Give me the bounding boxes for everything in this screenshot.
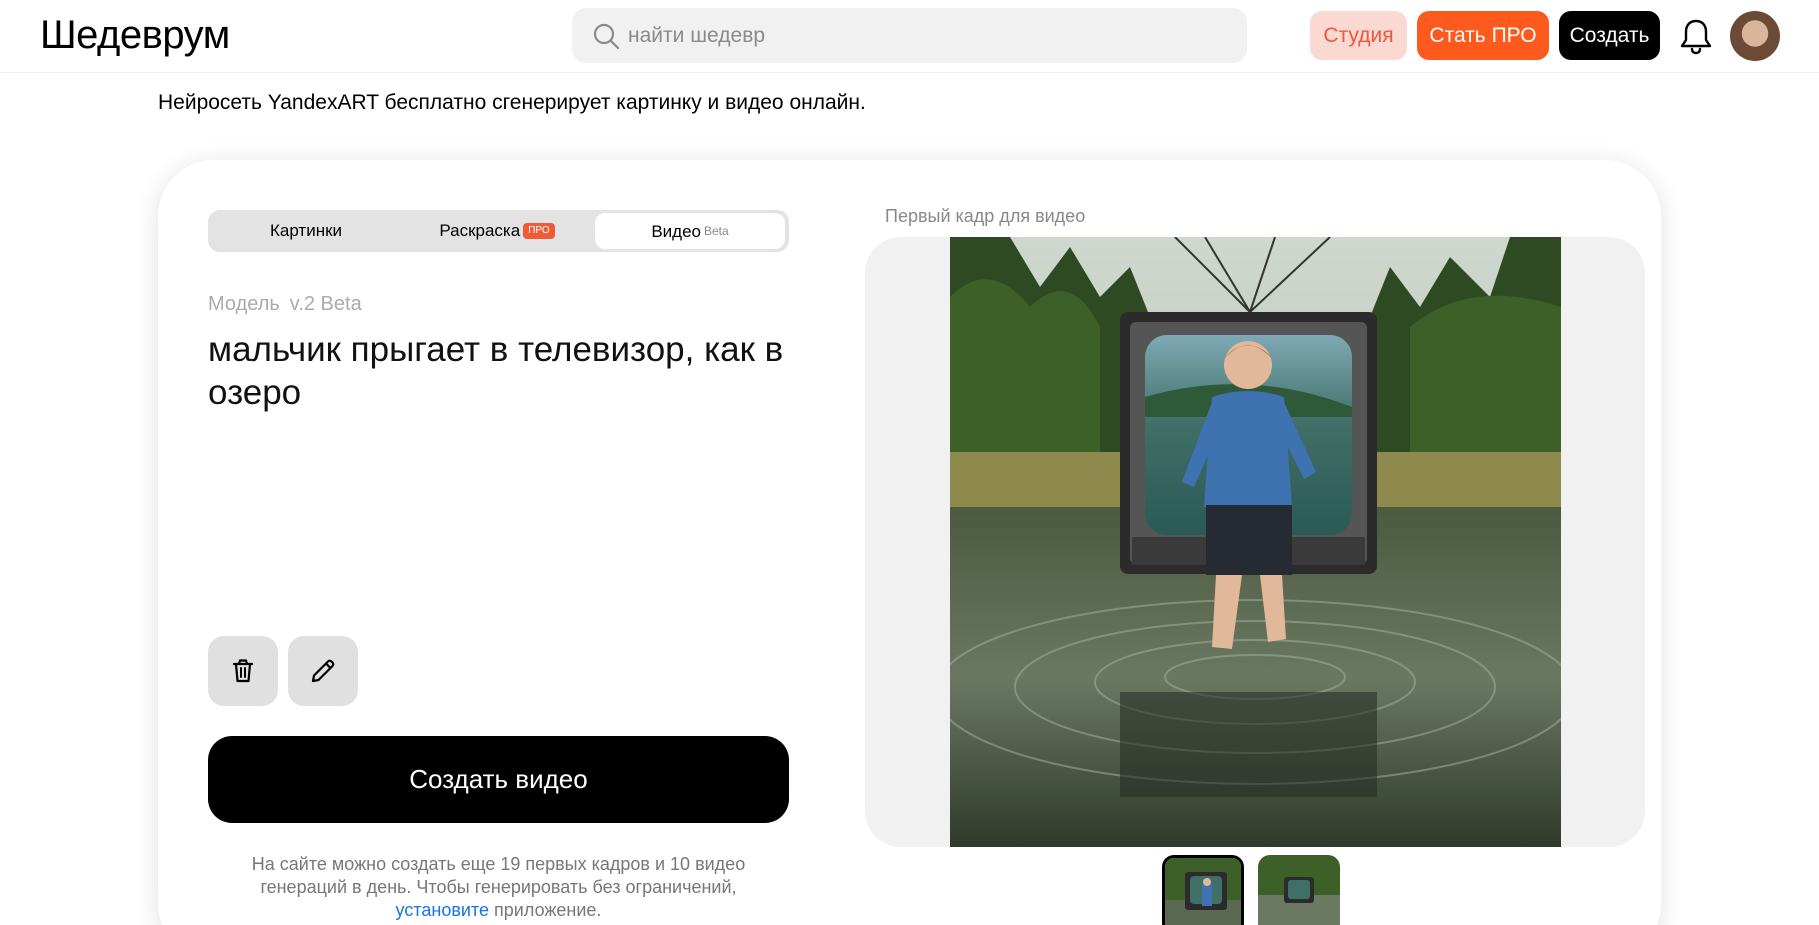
thumbnail-2[interactable] xyxy=(1258,855,1340,925)
mode-tabs: Картинки Раскраска ПРО Видео Beta xyxy=(208,210,789,252)
pro-badge: ПРО xyxy=(523,223,555,239)
model-label: Модель xyxy=(208,293,280,315)
tab-label: Видео xyxy=(651,222,701,241)
tab-label: Раскраска xyxy=(439,221,521,240)
boy-tv-lake-image xyxy=(950,237,1561,847)
become-pro-button[interactable]: Стать ПРО xyxy=(1417,11,1549,60)
prompt-text[interactable]: мальчик прыгает в телевизор, как в озеро xyxy=(208,328,793,414)
note-text-end: приложение. xyxy=(494,900,602,920)
top-header: Шедеврум Студия Стать ПРО Создать xyxy=(0,0,1819,73)
thumbnail-image xyxy=(1258,855,1340,925)
thumbnail-1[interactable] xyxy=(1162,855,1244,925)
first-frame-label: Первый кадр для видео xyxy=(885,206,1086,226)
avatar[interactable] xyxy=(1730,11,1780,61)
limits-note: На сайте можно создать еще 19 первых кад… xyxy=(208,853,789,922)
thumbnail-image xyxy=(1165,858,1241,925)
studio-button[interactable]: Студия xyxy=(1310,11,1407,60)
search-input[interactable] xyxy=(628,8,1228,63)
tab-video[interactable]: Видео Beta xyxy=(595,213,785,249)
model-value: v.2 Beta xyxy=(289,293,362,315)
first-frame-image[interactable] xyxy=(950,237,1561,847)
tab-label: Картинки xyxy=(269,221,343,240)
preview-panel xyxy=(865,237,1645,847)
page-subtitle: Нейросеть YandexART бесплатно сгенерируе… xyxy=(158,91,866,114)
search-bar[interactable] xyxy=(572,8,1247,63)
trash-icon xyxy=(232,659,254,683)
delete-button[interactable] xyxy=(208,636,278,706)
edit-button[interactable] xyxy=(288,636,358,706)
pencil-icon xyxy=(311,659,335,683)
search-icon xyxy=(593,23,620,50)
install-link[interactable]: установите xyxy=(396,900,489,920)
tab-pictures[interactable]: Картинки xyxy=(211,213,401,249)
generator-card: Картинки Раскраска ПРО Видео Beta Модель v.… xyxy=(158,160,1661,925)
create-button[interactable]: Создать xyxy=(1559,11,1660,60)
logo[interactable]: Шедеврум xyxy=(40,12,230,58)
note-text: На сайте можно создать еще 19 первых кад… xyxy=(251,854,746,897)
bell-icon[interactable] xyxy=(1679,17,1713,55)
model-selector[interactable]: Модель v.2 Beta xyxy=(208,293,372,316)
create-video-button[interactable]: Создать видео xyxy=(208,736,789,823)
tab-coloring[interactable]: Раскраска ПРО xyxy=(401,213,593,249)
beta-badge: Beta xyxy=(703,224,729,238)
